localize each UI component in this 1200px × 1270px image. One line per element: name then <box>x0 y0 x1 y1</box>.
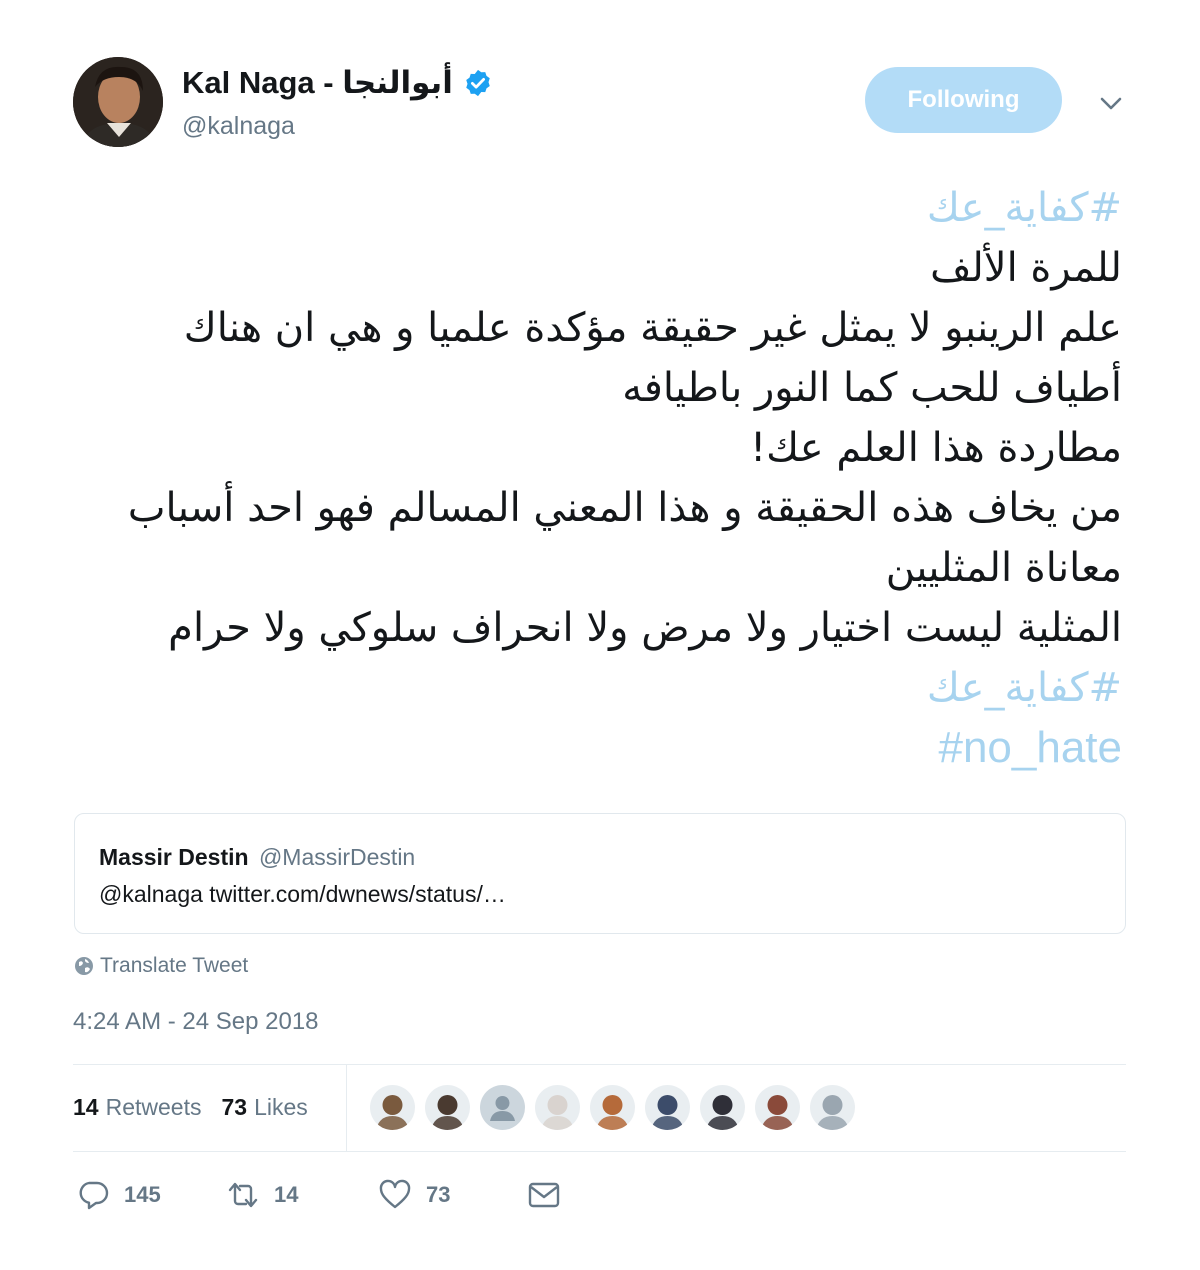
tweet-timestamp[interactable]: 4:24 AM - 24 Sep 2018 <box>73 1008 319 1036</box>
envelope-icon <box>528 1182 560 1208</box>
retweets-stat[interactable]: 14 Retweets <box>73 1094 201 1121</box>
hashtag-link[interactable]: #كفاية_عك <box>100 178 1122 238</box>
hashtag-link[interactable]: #no_hate <box>100 718 1122 778</box>
tweet-stats: 14 Retweets 73 Likes <box>73 1092 328 1122</box>
author-name-row[interactable]: Kal Naga - أبوالنجا <box>182 62 493 104</box>
retweet-icon <box>228 1182 258 1208</box>
author-handle[interactable]: @kalnaga <box>182 112 295 141</box>
liker-avatar[interactable] <box>590 1085 635 1130</box>
liker-avatar[interactable] <box>425 1085 470 1130</box>
chevron-down-icon[interactable] <box>1096 88 1126 118</box>
translate-tweet-link[interactable]: Translate Tweet <box>74 952 248 980</box>
tweet-text-line: للمرة الألف <box>930 245 1122 291</box>
liker-avatar[interactable] <box>700 1085 745 1130</box>
retweet-count: 14 <box>274 1182 299 1207</box>
reply-count: 145 <box>124 1182 161 1207</box>
divider-vertical <box>346 1065 347 1151</box>
reply-icon <box>79 1181 109 1210</box>
liker-avatar[interactable] <box>810 1085 855 1130</box>
like-button[interactable]: 73 <box>378 1178 450 1212</box>
divider <box>73 1064 1126 1065</box>
quoted-tweet[interactable]: Massir Destin @MassirDestin @kalnaga twi… <box>74 813 1126 934</box>
liker-avatar[interactable] <box>370 1085 415 1130</box>
likes-label: Likes <box>254 1093 308 1120</box>
quoted-tweet-header: Massir Destin @MassirDestin <box>99 844 415 871</box>
direct-message-button[interactable] <box>527 1178 561 1212</box>
divider <box>73 1151 1126 1152</box>
tweet-text-line: علم الرينبو لا يمثل غير حقيقة مؤكدة علمي… <box>183 305 1122 351</box>
author-avatar[interactable] <box>73 57 163 147</box>
reply-button[interactable]: 145 <box>76 1178 161 1212</box>
tweet-card: Kal Naga - أبوالنجا @kalnaga Following #… <box>0 0 1200 1270</box>
quoted-tweet-text: @kalnaga twitter.com/dwnews/status/… <box>99 881 506 907</box>
tweet-text: #كفاية_عك للمرة الألف علم الرينبو لا يمثل … <box>100 178 1122 778</box>
heart-icon <box>379 1179 411 1209</box>
liker-avatar[interactable] <box>535 1085 580 1130</box>
liker-avatar[interactable] <box>645 1085 690 1130</box>
liker-avatars <box>370 1085 855 1130</box>
globe-icon <box>75 957 93 975</box>
verified-badge-icon <box>466 69 490 97</box>
hashtag-link[interactable]: #كفاية_عك <box>100 658 1122 718</box>
likes-stat[interactable]: 73 Likes <box>221 1094 307 1121</box>
author-display-name[interactable]: Kal Naga - أبوالنجا <box>182 65 453 101</box>
tweet-text-line: أطياف للحب كما النور باطيافه <box>622 365 1122 411</box>
like-count: 73 <box>426 1182 451 1207</box>
tweet-text-line: مطاردة هذا العلم عك! <box>750 425 1122 471</box>
tweet-text-line: من يخاف هذه الحقيقة و هذا المعني المسالم… <box>127 485 1122 531</box>
tweet-text-line: المثلية ليست اختيار ولا مرض ولا انحراف س… <box>168 605 1122 651</box>
tweet-text-line: معاناة المثليين <box>885 545 1122 591</box>
following-button[interactable]: Following <box>865 67 1062 133</box>
liker-avatar[interactable] <box>755 1085 800 1130</box>
retweet-button[interactable]: 14 <box>226 1178 298 1212</box>
retweets-count: 14 <box>73 1093 99 1120</box>
quoted-tweet-author-handle: @MassirDestin <box>258 844 416 870</box>
liker-avatar[interactable] <box>480 1085 525 1130</box>
likes-count: 73 <box>221 1093 248 1120</box>
quoted-tweet-author-name: Massir Destin <box>99 844 249 870</box>
retweets-label: Retweets <box>105 1093 202 1120</box>
translate-tweet-label[interactable]: Translate Tweet <box>100 954 248 978</box>
